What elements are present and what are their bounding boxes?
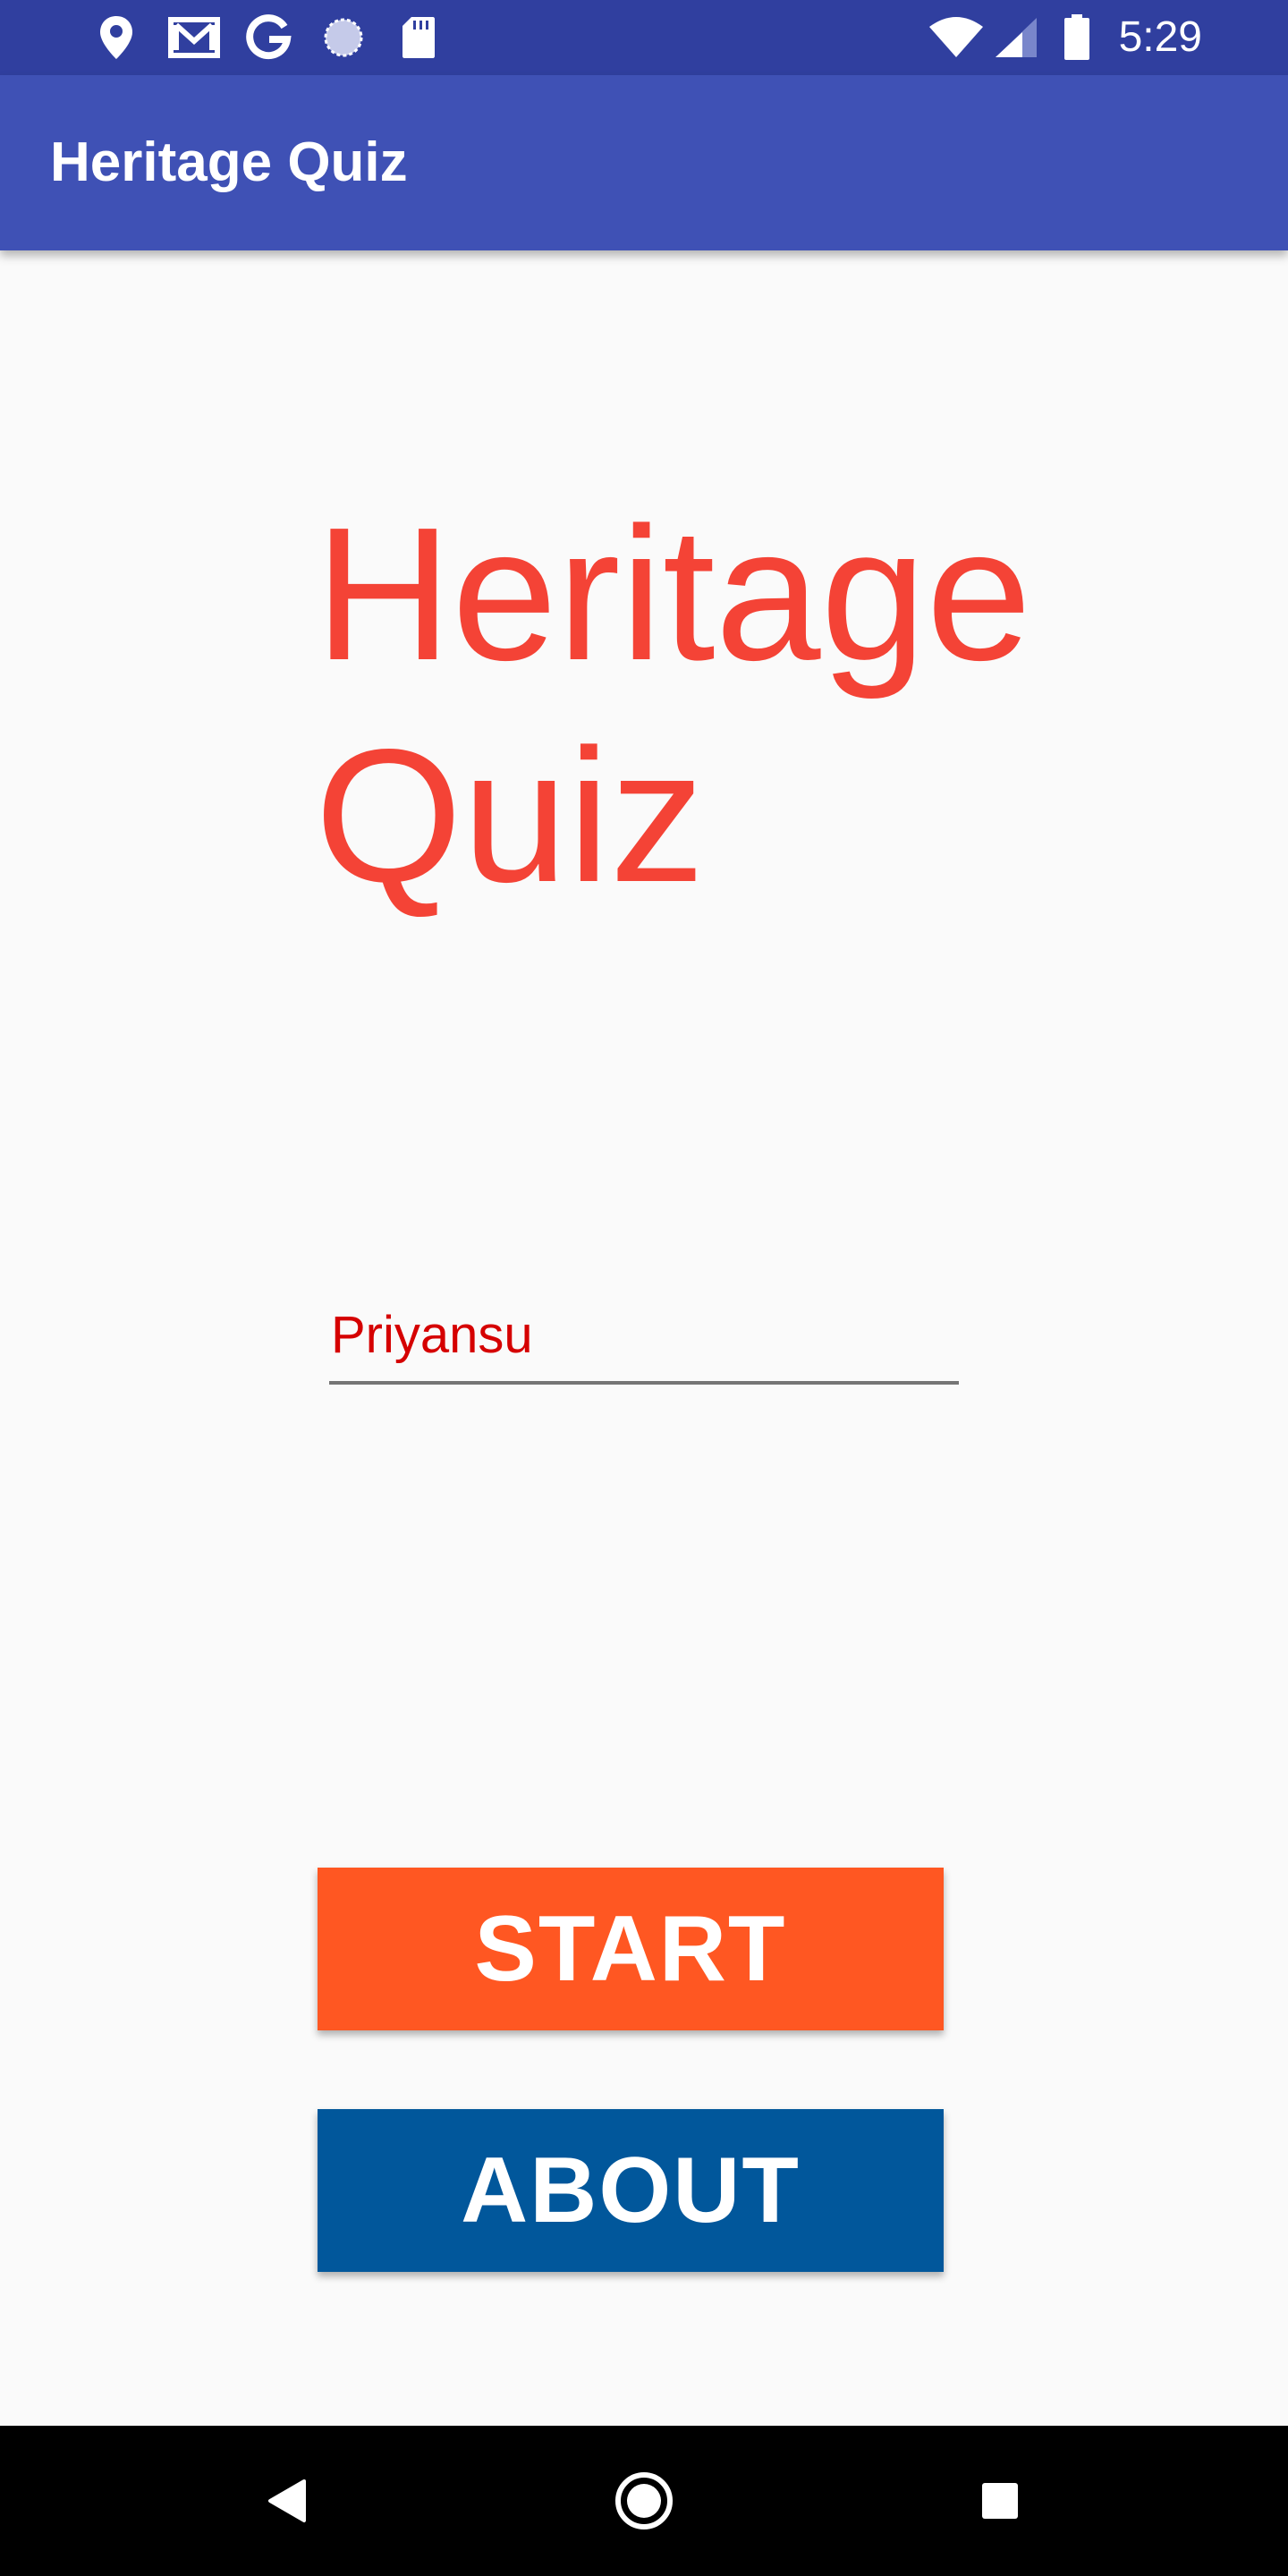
location-icon	[95, 13, 138, 63]
signal-icon	[993, 13, 1039, 63]
sync-icon	[320, 13, 367, 63]
recents-icon[interactable]	[955, 2456, 1045, 2546]
hero-title-line2: Quiz	[315, 709, 705, 921]
app-bar-title: Heritage Quiz	[50, 131, 408, 193]
name-input[interactable]	[329, 1288, 959, 1381]
gmail-icon	[166, 13, 222, 63]
app-bar: Heritage Quiz	[0, 75, 1288, 250]
status-bar: 5:29	[0, 0, 1288, 75]
app-screen: 5:29 Heritage Quiz Heritage Quiz START A…	[0, 0, 1288, 2576]
about-button[interactable]: ABOUT	[318, 2109, 944, 2272]
sd-card-icon	[399, 13, 438, 63]
name-field	[329, 1288, 959, 1386]
battery-icon	[1061, 13, 1093, 63]
status-time: 5:29	[1118, 13, 1202, 61]
hero-title: Heritage Quiz	[315, 483, 1120, 927]
name-input-underline	[329, 1381, 959, 1385]
back-icon[interactable]	[242, 2456, 331, 2546]
google-icon	[243, 13, 293, 63]
start-button[interactable]: START	[318, 1868, 944, 2030]
wifi-icon	[927, 13, 986, 63]
navigation-bar	[0, 2426, 1288, 2576]
home-icon[interactable]	[599, 2456, 689, 2546]
hero-title-line1: Heritage	[315, 487, 1032, 699]
